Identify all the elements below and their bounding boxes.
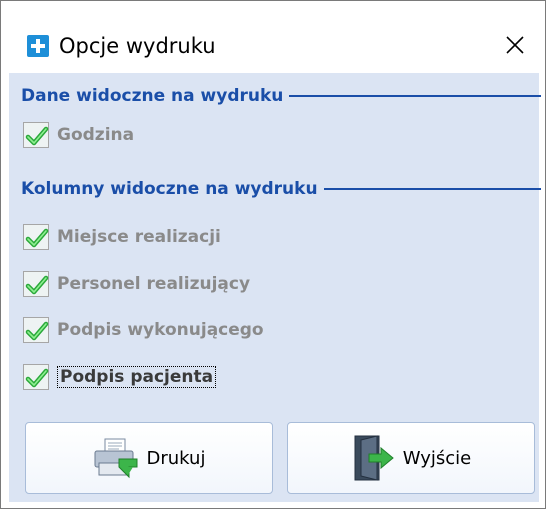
green-check-icon — [25, 321, 49, 341]
dialog-body: Dane widoczne na wydruku Godzina Kolumny… — [9, 73, 541, 502]
checkbox-box[interactable] — [23, 317, 49, 343]
close-button[interactable] — [497, 27, 533, 63]
printer-icon — [94, 438, 138, 479]
print-button-label: Drukuj — [146, 447, 206, 469]
checkbox-label: Podpis wykonującego — [57, 320, 264, 340]
checkbox-label: Godzina — [57, 125, 135, 145]
checkbox-box[interactable] — [23, 271, 49, 297]
checkbox-label: Podpis pacjenta — [57, 366, 217, 388]
checkbox-box[interactable] — [23, 122, 49, 148]
exit-button-label: Wyjście — [402, 447, 472, 469]
green-check-icon — [25, 228, 49, 248]
group-title-visible-columns: Kolumny widoczne na wydruku — [21, 179, 318, 199]
green-check-icon — [25, 275, 49, 295]
group-divider — [289, 95, 541, 97]
title-bar: Opcje wydruku — [1, 1, 545, 73]
checkbox-box[interactable] — [23, 224, 49, 250]
checkbox-godzina[interactable]: Godzina — [23, 120, 134, 150]
green-check-icon — [25, 126, 49, 146]
checkbox-podpis-wykonujacego[interactable]: Podpis wykonującego — [23, 315, 264, 345]
checkbox-label: Miejsce realizacji — [57, 227, 221, 247]
green-check-icon — [25, 368, 49, 388]
checkbox-label: Personel realizujący — [57, 274, 251, 294]
group-header-visible-data: Dane widoczne na wydruku — [21, 83, 541, 109]
checkbox-miejsce-realizacji[interactable]: Miejsce realizacji — [23, 222, 221, 252]
window-title: Opcje wydruku — [59, 34, 216, 58]
exit-button[interactable]: Wyjście — [287, 422, 535, 494]
print-button[interactable]: Drukuj — [25, 422, 273, 494]
exit-door-icon — [354, 435, 394, 481]
plus-icon — [27, 35, 49, 57]
group-header-visible-columns: Kolumny widoczne na wydruku — [21, 176, 541, 202]
checkbox-personel-realizujacy[interactable]: Personel realizujący — [23, 269, 250, 299]
close-icon — [506, 36, 524, 54]
print-options-dialog: Opcje wydruku Dane widoczne na wydruku G… — [0, 0, 546, 509]
group-title-visible-data: Dane widoczne na wydruku — [21, 86, 284, 106]
group-divider — [323, 188, 541, 190]
checkbox-box[interactable] — [23, 364, 49, 390]
checkbox-podpis-pacjenta[interactable]: Podpis pacjenta — [23, 362, 217, 392]
